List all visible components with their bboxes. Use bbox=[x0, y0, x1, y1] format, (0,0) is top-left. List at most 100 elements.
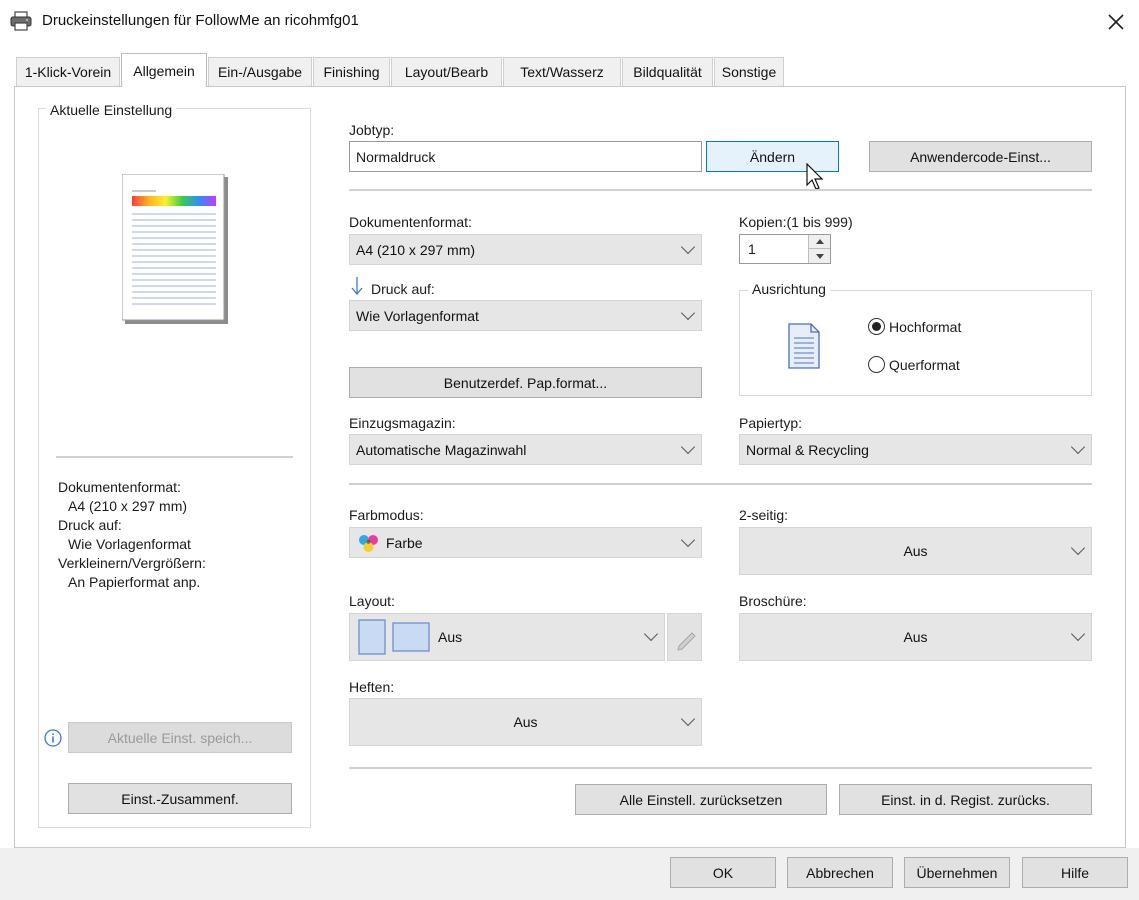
current-settings-title: Aktuelle Einstellung bbox=[46, 102, 177, 118]
docformat-label: Dokumentenformat: bbox=[349, 214, 472, 230]
layout-landscape-page-icon bbox=[392, 622, 430, 652]
tab-bildqualitaet[interactable]: Bildqualität bbox=[622, 57, 713, 86]
separator bbox=[349, 483, 1092, 485]
colormode-value: Farbe bbox=[386, 534, 423, 551]
tab-layout-bearb[interactable]: Layout/Bearb bbox=[391, 57, 502, 86]
printon-label: Druck auf: bbox=[371, 281, 435, 297]
staple-value: Aus bbox=[513, 714, 538, 730]
summary-druckauf-value: Wie Vorlagenformat bbox=[68, 536, 191, 552]
brochure-select[interactable]: Aus bbox=[739, 613, 1092, 661]
tab-text-wasserz[interactable]: Text/Wasserz bbox=[503, 57, 621, 86]
spin-down-button[interactable] bbox=[808, 249, 830, 263]
brochure-label: Broschüre: bbox=[739, 593, 807, 609]
left-separator bbox=[56, 456, 293, 458]
staple-select[interactable]: Aus bbox=[349, 698, 702, 746]
jobtype-field[interactable]: Normaldruck bbox=[349, 141, 702, 172]
layout-value: Aus bbox=[438, 629, 463, 645]
tray-select[interactable]: Automatische Magazinwahl bbox=[349, 434, 702, 465]
arrow-down-blue-icon bbox=[351, 276, 363, 296]
separator bbox=[349, 767, 1092, 769]
chevron-down-icon bbox=[643, 626, 659, 642]
staple-label: Heften: bbox=[349, 679, 395, 695]
tab-label: Text/Wasserz bbox=[520, 64, 604, 80]
printon-select[interactable]: Wie Vorlagenformat bbox=[349, 300, 702, 331]
layout-label: Layout: bbox=[349, 593, 395, 609]
duplex-value: Aus bbox=[903, 543, 928, 559]
copies-spinner[interactable]: 1 bbox=[739, 234, 831, 264]
tab-label: Layout/Bearb bbox=[404, 64, 489, 80]
landscape-radio[interactable]: Querformat bbox=[868, 356, 960, 373]
tab-sonstige[interactable]: Sonstige bbox=[714, 57, 784, 86]
settings-summary: Dokumentenformat: A4 (210 x 297 mm) Druc… bbox=[58, 478, 298, 592]
layout-select[interactable]: Aus bbox=[349, 613, 665, 661]
tab-label: Finishing bbox=[323, 64, 380, 80]
brochure-value: Aus bbox=[903, 629, 928, 645]
close-icon bbox=[1108, 14, 1124, 30]
layout-single-page-icon bbox=[358, 619, 386, 655]
papertype-value: Normal & Recycling bbox=[746, 441, 869, 458]
copies-value: 1 bbox=[748, 241, 756, 257]
tab-label: Sonstige bbox=[721, 64, 777, 80]
usercode-settings-button[interactable]: Anwendercode-Einst... bbox=[869, 141, 1092, 172]
save-current-settings-button[interactable]: Aktuelle Einst. speich... bbox=[68, 722, 292, 753]
tab-finishing[interactable]: Finishing bbox=[313, 57, 390, 86]
separator bbox=[349, 189, 1092, 191]
portrait-label: Hochformat bbox=[889, 318, 962, 335]
tray-value: Automatische Magazinwahl bbox=[356, 441, 527, 458]
docformat-select[interactable]: A4 (210 x 297 mm) bbox=[349, 234, 702, 265]
chevron-down-icon bbox=[680, 439, 696, 454]
cancel-button[interactable]: Abbrechen bbox=[787, 857, 893, 888]
close-button[interactable] bbox=[1096, 4, 1136, 40]
page-preview bbox=[121, 173, 228, 324]
tray-label: Einzugsmagazin: bbox=[349, 415, 456, 431]
summary-docformat-value: A4 (210 x 297 mm) bbox=[68, 498, 188, 514]
color-drops-icon bbox=[356, 532, 382, 554]
chevron-down-icon bbox=[680, 305, 696, 320]
printon-value: Wie Vorlagenformat bbox=[356, 307, 479, 324]
chevron-down-icon bbox=[680, 711, 696, 727]
chevron-down-icon bbox=[680, 532, 696, 547]
jobtype-label: Jobtyp: bbox=[349, 122, 395, 138]
tab-label: Allgemein bbox=[133, 62, 195, 79]
colormode-label: Farbmodus: bbox=[349, 507, 424, 523]
tab-1-klick-vorein[interactable]: 1-Klick-Vorein bbox=[16, 57, 120, 86]
arrow-up-icon bbox=[815, 239, 824, 244]
pencil-icon bbox=[677, 632, 696, 651]
radio-circle bbox=[868, 318, 885, 335]
colormode-select[interactable]: Farbe bbox=[349, 527, 702, 558]
mouse-cursor-icon bbox=[806, 162, 824, 191]
custom-paper-format-button[interactable]: Benutzerdef. Pap.format... bbox=[349, 367, 702, 398]
portrait-page-icon bbox=[785, 322, 823, 370]
reset-all-settings-button[interactable]: Alle Einstell. zurücksetzen bbox=[575, 784, 827, 815]
chevron-down-icon bbox=[1070, 439, 1086, 454]
papertype-label: Papiertyp: bbox=[739, 415, 803, 431]
help-button[interactable]: Hilfe bbox=[1022, 857, 1128, 888]
portrait-radio[interactable]: Hochformat bbox=[868, 318, 961, 335]
tab-ein-ausgabe[interactable]: Ein-/Ausgabe bbox=[208, 57, 312, 86]
info-icon bbox=[44, 729, 62, 747]
spin-up-button[interactable] bbox=[808, 235, 830, 249]
orientation-label: Ausrichtung bbox=[748, 281, 830, 297]
duplex-select[interactable]: Aus bbox=[739, 527, 1092, 575]
radio-circle bbox=[868, 356, 885, 373]
settings-summary-button[interactable]: Einst.-Zusammenf. bbox=[68, 783, 292, 814]
printer-icon bbox=[10, 11, 32, 31]
papertype-select[interactable]: Normal & Recycling bbox=[739, 434, 1092, 465]
tab-label: Bildqualität bbox=[633, 64, 702, 80]
apply-button[interactable]: Übernehmen bbox=[904, 857, 1010, 888]
docformat-value: A4 (210 x 297 mm) bbox=[356, 241, 476, 258]
ok-button[interactable]: OK bbox=[670, 857, 776, 888]
landscape-label: Querformat bbox=[889, 356, 960, 373]
reset-registry-settings-button[interactable]: Einst. in d. Regist. zurücks. bbox=[839, 784, 1092, 815]
tab-allgemein[interactable]: Allgemein bbox=[121, 53, 207, 87]
summary-scale-label: Verkleinern/Vergrößern: bbox=[58, 555, 206, 571]
chevron-down-icon bbox=[1070, 626, 1086, 642]
summary-scale-value: An Papierformat anp. bbox=[68, 574, 201, 590]
summary-docformat-label: Dokumentenformat: bbox=[58, 479, 181, 495]
chevron-down-icon bbox=[680, 239, 696, 254]
copies-label: Kopien:(1 bis 999) bbox=[739, 214, 853, 230]
arrow-down-icon bbox=[815, 253, 824, 259]
radio-dot bbox=[872, 322, 881, 331]
layout-edit-button[interactable] bbox=[667, 613, 702, 661]
tab-label: 1-Klick-Vorein bbox=[24, 64, 112, 80]
